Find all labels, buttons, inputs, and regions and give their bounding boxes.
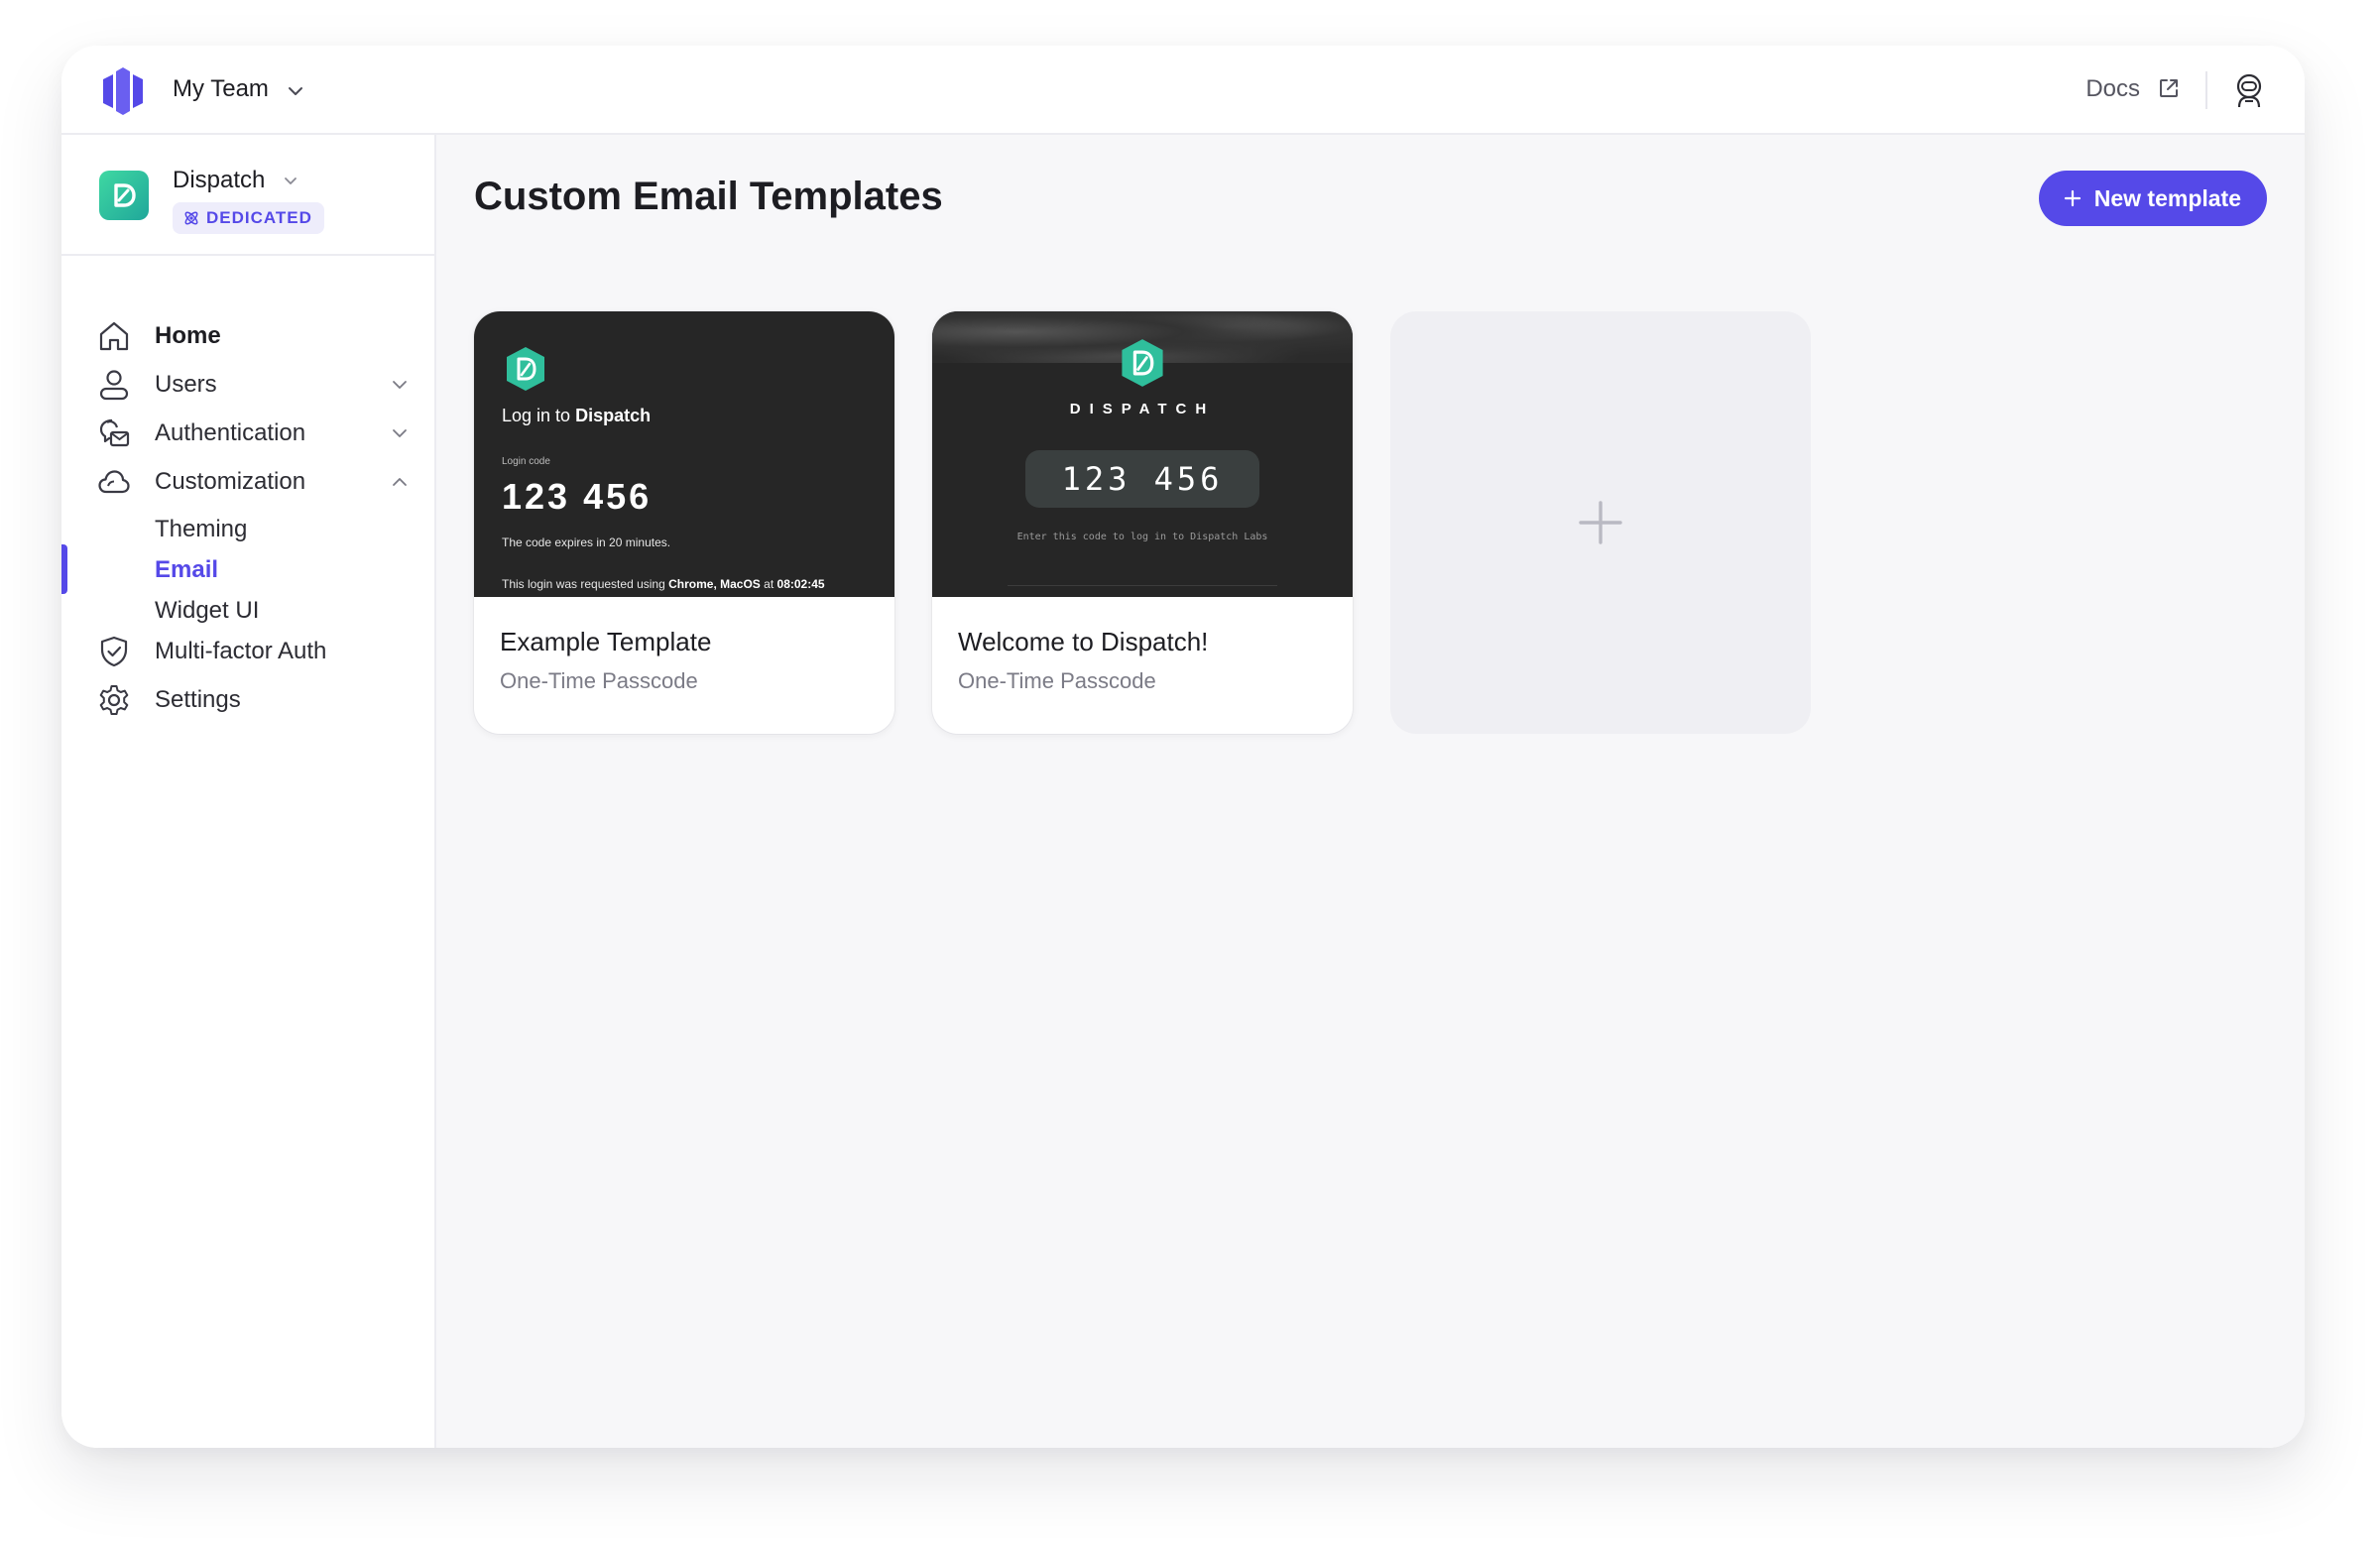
project-logo: [99, 171, 149, 220]
preview-wordmark: DISPATCH: [1069, 401, 1216, 417]
dispatch-logo-icon: [114, 183, 136, 207]
sidebar-item-label: Multi-factor Auth: [155, 638, 327, 664]
badge-label: DEDICATED: [206, 208, 312, 227]
new-template-label: New template: [2093, 184, 2241, 211]
sidebar-item-settings[interactable]: Settings: [61, 671, 436, 727]
template-card-welcome[interactable]: DISPATCH 123 456 Enter this code to log …: [932, 311, 1353, 734]
gear-icon: [99, 685, 129, 715]
sidebar: Dispatch DEDICATED Home Users Authentica…: [61, 135, 436, 1448]
preview-code: 123 456: [502, 476, 653, 517]
sidebar-item-label: Settings: [155, 686, 241, 713]
template-preview: Log in to Dispatch Login code 123 456 Th…: [474, 311, 894, 597]
app-window: My Team Docs Dispatch DEDICATED Home Use…: [61, 46, 2305, 1448]
main-content: Custom Email Templates New template Log …: [436, 135, 2305, 1448]
chevron-down-icon[interactable]: [391, 376, 409, 394]
page-title: Custom Email Templates: [474, 175, 943, 218]
preview-footer-time: 08:02:45: [776, 577, 825, 591]
sidebar-item-users[interactable]: Users: [61, 356, 436, 412]
docs-link[interactable]: Docs: [2085, 75, 2140, 103]
plus-icon: [1579, 501, 1622, 544]
preview-heading-brand: Dispatch: [575, 406, 652, 425]
template-type: One-Time Passcode: [500, 668, 698, 693]
preview-footer: This login was requested using Chrome, M…: [502, 577, 825, 591]
preview-code-label: Login code: [502, 456, 550, 467]
shield-check-icon: [100, 636, 128, 667]
chevron-down-icon[interactable]: [282, 173, 299, 190]
top-bar: My Team Docs: [61, 46, 2305, 135]
stytch-logo-icon[interactable]: [99, 65, 147, 117]
sidebar-subitem-label: Widget UI: [155, 597, 260, 624]
preview-code: 123 456: [1025, 450, 1259, 508]
preview-footer-at: at: [764, 577, 774, 591]
sidebar-item-label: Authentication: [155, 419, 306, 446]
chevron-down-icon[interactable]: [391, 424, 409, 442]
template-card-example[interactable]: Log in to Dispatch Login code 123 456 Th…: [474, 311, 894, 734]
preview-expires: The code expires in 20 minutes.: [502, 535, 671, 549]
project-switcher[interactable]: Dispatch DEDICATED: [61, 135, 436, 256]
template-type: One-Time Passcode: [958, 668, 1156, 693]
preview-heading: Log in to Dispatch: [502, 406, 651, 426]
atom-icon: [184, 211, 198, 225]
user-icon: [99, 370, 129, 401]
preview-footer-device: Chrome, MacOS: [668, 577, 761, 591]
team-name[interactable]: My Team: [173, 75, 269, 103]
template-name: Welcome to Dispatch!: [958, 627, 1209, 656]
chevron-down-icon[interactable]: [286, 81, 305, 101]
chevron-up-icon[interactable]: [391, 473, 409, 491]
sidebar-item-label: Home: [155, 322, 221, 349]
user-avatar-icon[interactable]: [2231, 71, 2267, 109]
sidebar-subitem-label: Email: [155, 556, 219, 583]
sidebar-item-multi-factor-auth[interactable]: Multi-factor Auth: [61, 623, 436, 678]
preview-footer-prefix: This login was requested using: [502, 577, 665, 591]
plus-icon: [2064, 189, 2081, 207]
topbar-divider: [2205, 71, 2207, 109]
sidebar-item-customization[interactable]: Customization: [61, 453, 436, 509]
sidebar-item-label: Users: [155, 371, 217, 398]
dispatch-logo-icon: [1122, 339, 1163, 387]
cloud-icon: [98, 470, 130, 494]
dispatch-logo-icon: [507, 347, 544, 391]
preview-divider: [1008, 585, 1277, 586]
sidebar-item-home[interactable]: Home: [61, 307, 436, 363]
template-preview: DISPATCH 123 456 Enter this code to log …: [932, 311, 1353, 597]
dedicated-badge: DEDICATED: [173, 202, 324, 234]
new-template-button[interactable]: New template: [2038, 171, 2267, 226]
external-link-icon[interactable]: [2158, 77, 2180, 99]
project-name[interactable]: Dispatch: [173, 167, 265, 194]
preview-hint: Enter this code to log in to Dispatch La…: [1016, 532, 1268, 542]
preview-heading-prefix: Log in to: [502, 406, 571, 425]
template-name: Example Template: [500, 627, 712, 656]
sidebar-item-label: Customization: [155, 468, 306, 495]
authentication-icon: [99, 418, 130, 447]
sidebar-item-authentication[interactable]: Authentication: [61, 405, 436, 460]
sidebar-subitem-label: Theming: [155, 516, 248, 542]
add-template-card[interactable]: [1390, 311, 1811, 734]
home-icon: [99, 321, 129, 351]
